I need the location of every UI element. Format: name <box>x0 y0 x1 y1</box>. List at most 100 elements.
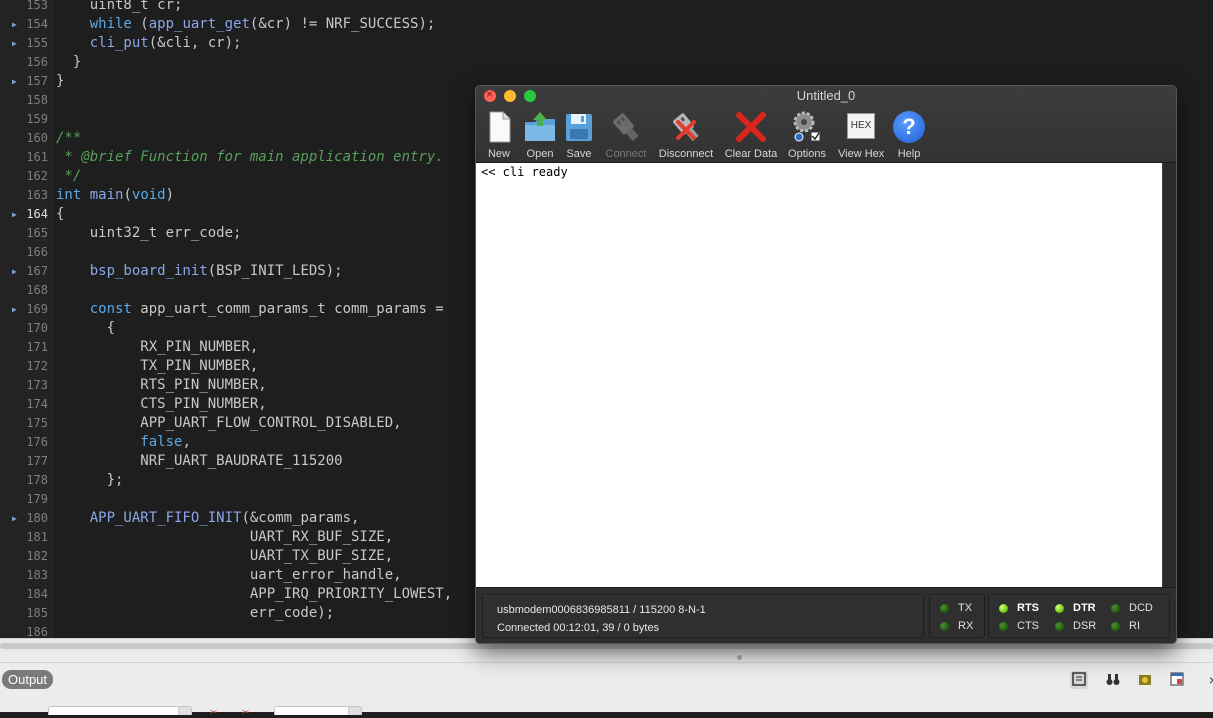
line-number: 161 <box>26 150 48 164</box>
clear-x-icon <box>734 110 768 144</box>
code-text: */ <box>56 168 82 184</box>
code-line[interactable]: 154 ▶ while (app_uart_get(&cr) != NRF_SUC… <box>0 15 1213 34</box>
dtr-led[interactable] <box>1055 604 1064 613</box>
window-title: Untitled_0 <box>796 88 856 103</box>
code-text: err_code); <box>56 605 335 621</box>
code-text: const app_uart_comm_params_t comm_params… <box>89 301 444 317</box>
line-number: 168 <box>26 283 48 297</box>
build-icon[interactable] <box>1136 671 1154 689</box>
dsr-label: DSR <box>1073 620 1097 632</box>
line-number: 169 <box>26 302 48 316</box>
dtr-label: DTR <box>1073 602 1096 614</box>
open-label: Open <box>526 148 554 160</box>
options-gear-icon <box>790 110 824 144</box>
open-button[interactable]: Open <box>522 110 558 160</box>
wrap-output-icon[interactable]: ✂ <box>242 707 250 718</box>
code-text: APP_UART_FLOW_CONTROL_DISABLED, <box>56 415 402 431</box>
clear-output-icon[interactable]: ✂ <box>210 707 218 718</box>
code-line[interactable]: 153 uint8_t cr; <box>0 0 1213 15</box>
fold-toggle-icon[interactable]: ▶ <box>12 509 17 528</box>
panel-splitter[interactable] <box>0 652 1213 662</box>
tx-rx-indicator-box: TX RX <box>929 594 985 638</box>
code-text: cli_put(&cli, cr); <box>89 35 242 51</box>
panel-window-icon[interactable] <box>1168 671 1186 689</box>
line-number: 176 <box>26 435 48 449</box>
status-bar: usbmodem0006836985811 / 115200 8-N-1 Con… <box>476 587 1176 643</box>
terminal-output-area[interactable]: << cli ready <box>476 163 1162 587</box>
help-icon-text: ? <box>893 111 925 143</box>
fold-toggle-icon[interactable]: ▶ <box>12 72 17 91</box>
fold-toggle-icon[interactable]: ▶ <box>12 262 17 281</box>
tx-led <box>940 604 949 613</box>
help-label: Help <box>897 148 921 160</box>
cts-led <box>999 622 1008 631</box>
code-text: RTS_PIN_NUMBER, <box>56 377 267 393</box>
open-folder-icon <box>523 110 557 144</box>
code-text: { <box>56 320 116 336</box>
book-icon[interactable] <box>1070 671 1088 689</box>
binoculars-icon[interactable] <box>1104 671 1122 689</box>
serial-terminal-window: Untitled_0 New Open Save Connect <box>475 85 1177 644</box>
splitter-handle[interactable] <box>737 655 742 660</box>
fold-toggle-icon[interactable]: ▶ <box>12 34 17 53</box>
rts-label: RTS <box>1017 602 1039 614</box>
help-question-icon: ? <box>892 110 926 144</box>
dsr-led <box>1055 622 1064 631</box>
code-text: /** <box>56 130 82 146</box>
fold-toggle-icon[interactable]: ▶ <box>12 15 17 34</box>
fold-toggle-icon[interactable]: ▶ <box>12 205 17 224</box>
help-button[interactable]: ? Help <box>892 110 926 160</box>
code-text: RX_PIN_NUMBER, <box>56 339 259 355</box>
connection-status-box: usbmodem0006836985811 / 115200 8-N-1 Con… <box>482 594 924 638</box>
line-signals-box: RTS CTS DTR DSR DCD RI <box>988 594 1170 638</box>
rx-label: RX <box>958 620 974 632</box>
code-text: }; <box>56 472 124 488</box>
line-number: 174 <box>26 397 48 411</box>
code-text: uint8_t cr; <box>56 0 183 13</box>
view-hex-button[interactable]: HEX View Hex <box>838 110 884 160</box>
line-number: 158 <box>26 93 48 107</box>
terminal-text: << cli ready <box>481 165 568 179</box>
code-text: NRF_UART_BAUDRATE_115200 <box>56 453 343 469</box>
line-number: 185 <box>26 606 48 620</box>
connection-info-text: Connected 00:12:01, 39 / 0 bytes <box>497 622 660 634</box>
code-text: false, <box>140 434 191 450</box>
code-line[interactable]: 155 ▶ cli_put(&cli, cr); <box>0 34 1213 53</box>
new-button[interactable]: New <box>482 110 516 160</box>
code-text: APP_IRQ_PRIORITY_LOWEST, <box>56 586 453 602</box>
line-number: 163 <box>26 188 48 202</box>
dcd-label: DCD <box>1129 602 1153 614</box>
close-panel-icon[interactable]: × <box>1204 671 1213 689</box>
code-text: UART_TX_BUF_SIZE, <box>56 548 394 564</box>
terminal-vertical-scrollbar[interactable] <box>1162 163 1176 587</box>
save-button[interactable]: Save <box>562 110 596 160</box>
line-number: 166 <box>26 245 48 259</box>
clear-data-button[interactable]: Clear Data <box>722 110 780 160</box>
code-text: } <box>56 54 82 70</box>
code-line[interactable]: 156 } <box>0 53 1213 72</box>
connect-plug-icon <box>609 110 643 144</box>
disconnect-button[interactable]: Disconnect <box>656 110 716 160</box>
rts-led[interactable] <box>999 604 1008 613</box>
code-text: UART_RX_BUF_SIZE, <box>56 529 394 545</box>
view-hex-label: View Hex <box>838 148 885 160</box>
code-text: uint32_t err_code; <box>56 225 242 241</box>
line-number: 182 <box>26 549 48 563</box>
code-text: TX_PIN_NUMBER, <box>56 358 259 374</box>
line-number: 177 <box>26 454 48 468</box>
line-number: 162 <box>26 169 48 183</box>
code-text: } <box>56 73 65 89</box>
ri-label: RI <box>1129 620 1140 632</box>
line-number: 181 <box>26 530 48 544</box>
line-number: 173 <box>26 378 48 392</box>
window-titlebar[interactable]: Untitled_0 New Open Save Connect <box>476 86 1176 163</box>
code-text: CTS_PIN_NUMBER, <box>56 396 267 412</box>
options-button[interactable]: Options <box>786 110 828 160</box>
connect-button[interactable]: Connect <box>600 110 652 160</box>
output-tab[interactable]: Output <box>2 670 54 689</box>
line-number: 165 <box>26 226 48 240</box>
disconnect-plug-icon <box>669 110 703 144</box>
fold-toggle-icon[interactable]: ▶ <box>12 300 17 319</box>
clear-data-label: Clear Data <box>724 148 778 160</box>
line-number: 159 <box>26 112 48 126</box>
